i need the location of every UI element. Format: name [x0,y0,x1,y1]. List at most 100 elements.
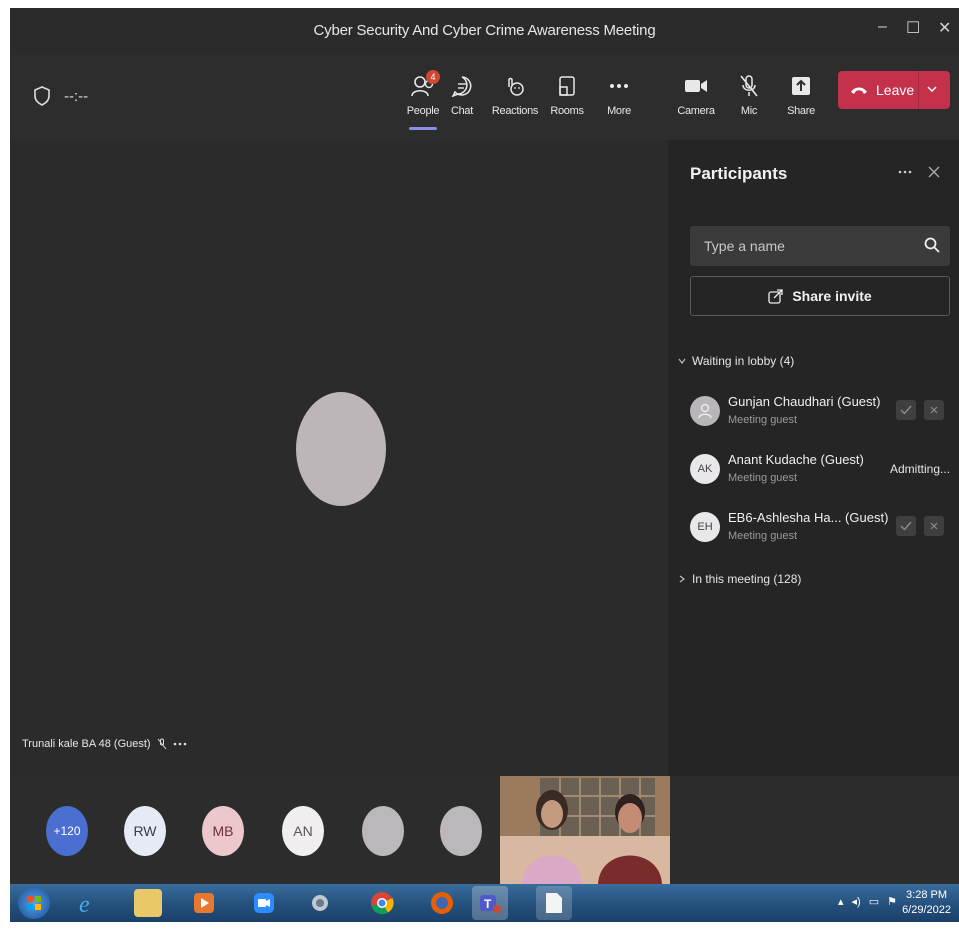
check-icon [900,405,912,415]
reactions-button[interactable]: Reactions [486,70,544,117]
camera-button[interactable]: Camera [667,70,725,117]
clock-date: 6/29/2022 [902,904,951,916]
windows-taskbar: e T ▴ ◂) ▭ ⚑ 3:28 PM 6/29/2022 [10,884,959,922]
leave-button[interactable]: Leave [838,71,950,109]
chat-label: Chat [450,105,474,117]
network-app-icon[interactable] [306,889,334,917]
participant-search[interactable] [690,226,950,266]
chat-button[interactable]: Chat [433,70,491,117]
hang-up-icon [851,87,867,94]
minimize-button[interactable]: – [878,18,887,36]
avatar: MB [202,806,244,856]
leave-label: Leave [876,82,915,98]
close-icon [930,522,938,530]
lobby-participant: AK Anant Kudache (Guest) Meeting guest A… [690,448,955,496]
overflow-participants-button[interactable]: +120 [46,806,88,856]
check-icon [900,521,912,531]
zoom-icon[interactable] [250,889,278,917]
more-button[interactable]: More [590,70,648,117]
admit-button[interactable] [896,400,916,420]
avatar: AN [282,806,324,856]
document-app-icon[interactable] [536,886,572,920]
chevron-down-icon[interactable] [926,83,938,95]
windows-logo-icon [27,896,41,910]
firefox-icon[interactable] [428,889,456,917]
start-button[interactable] [18,887,50,919]
share-invite-icon [768,289,783,304]
participant-role: Meeting guest [728,472,798,484]
search-input[interactable] [702,237,926,255]
tray-expand-icon[interactable]: ▴ [838,895,844,908]
in-meeting-section-toggle[interactable]: In this meeting (128) [678,572,801,586]
lobby-participant: Gunjan Chaudhari (Guest) Meeting guest [690,390,955,438]
close-window-button[interactable]: ✕ [938,18,951,38]
person-icon [698,403,712,419]
action-center-flag-icon[interactable]: ⚑ [887,895,897,908]
media-player-icon[interactable] [190,889,218,917]
taskbar-clock[interactable]: 3:28 PM 6/29/2022 [902,888,951,918]
in-meeting-header: In this meeting (128) [692,572,802,586]
rooms-label: Rooms [550,105,584,117]
deny-button[interactable] [924,400,944,420]
lobby-section-toggle[interactable]: Waiting in lobby (4) [678,354,794,368]
share-button[interactable]: Share [772,70,830,117]
meeting-toolbar: --:-- 4 People Chat Reactions Rooms More… [10,54,959,140]
participant-strip: +120 RW MB AN [10,776,959,884]
speaker-avatar [296,392,386,506]
meeting-timer: --:-- [34,86,88,106]
mic-off-icon [157,738,166,750]
more-label: More [607,105,631,117]
chrome-icon[interactable] [368,889,396,917]
avatar: EH [690,512,720,542]
mic-button[interactable]: Mic [720,70,778,117]
reactions-label: Reactions [491,105,539,117]
svg-text:T: T [484,897,492,911]
camera-icon [685,80,707,92]
share-invite-button[interactable]: Share invite [690,276,950,316]
deny-button[interactable] [924,516,944,536]
speaker-name-tag: Trunali kale BA 48 (Guest) [22,738,187,750]
title-bar: Cyber Security And Cyber Crime Awareness… [10,8,959,54]
close-icon [930,406,938,414]
video-feed-image [500,776,670,884]
participant-name: Gunjan Chaudhari (Guest) [728,394,881,409]
more-options-icon[interactable] [173,742,187,746]
internet-explorer-icon[interactable]: e [74,889,102,917]
more-icon [610,84,628,88]
share-invite-label: Share invite [792,288,872,304]
shield-icon [34,86,50,106]
admit-button[interactable] [896,516,916,536]
participant-name: EB6-Ashlesha Ha... (Guest) [728,510,889,525]
timer-text: --:-- [64,87,89,105]
close-icon[interactable] [928,166,940,178]
meeting-title: Cyber Security And Cyber Crime Awareness… [313,22,656,39]
avatar [690,396,720,426]
rooms-button[interactable]: Rooms [538,70,596,117]
teams-window: Cyber Security And Cyber Crime Awareness… [10,8,959,922]
chat-icon [451,76,472,97]
search-icon [924,237,940,253]
avatar [440,806,482,856]
share-icon [792,77,810,95]
chevron-right-icon [679,575,685,583]
maximize-button[interactable]: ☐ [906,18,920,38]
avatar: AK [690,454,720,484]
speaker-name: Trunali kale BA 48 (Guest) [22,738,151,750]
panel-more-icon[interactable] [898,170,912,174]
participant-role: Meeting guest [728,414,798,426]
avatar [362,806,404,856]
lobby-participant: EH EB6-Ashlesha Ha... (Guest) Meeting gu… [690,506,955,554]
teams-taskbar-icon[interactable]: T [472,886,508,920]
chevron-down-icon [678,358,686,364]
self-video-preview [500,776,670,884]
file-explorer-icon[interactable] [134,889,162,917]
clock-time: 3:28 PM [906,889,948,901]
active-tab-indicator [409,127,437,130]
system-tray: ▴ ◂) ▭ ⚑ [838,895,897,908]
admit-status: Admitting... [890,462,951,476]
network-icon[interactable]: ▭ [869,895,879,908]
reactions-icon [508,77,524,96]
camera-label: Camera [677,105,715,117]
rooms-icon [559,76,575,96]
volume-icon[interactable]: ◂) [852,895,861,908]
